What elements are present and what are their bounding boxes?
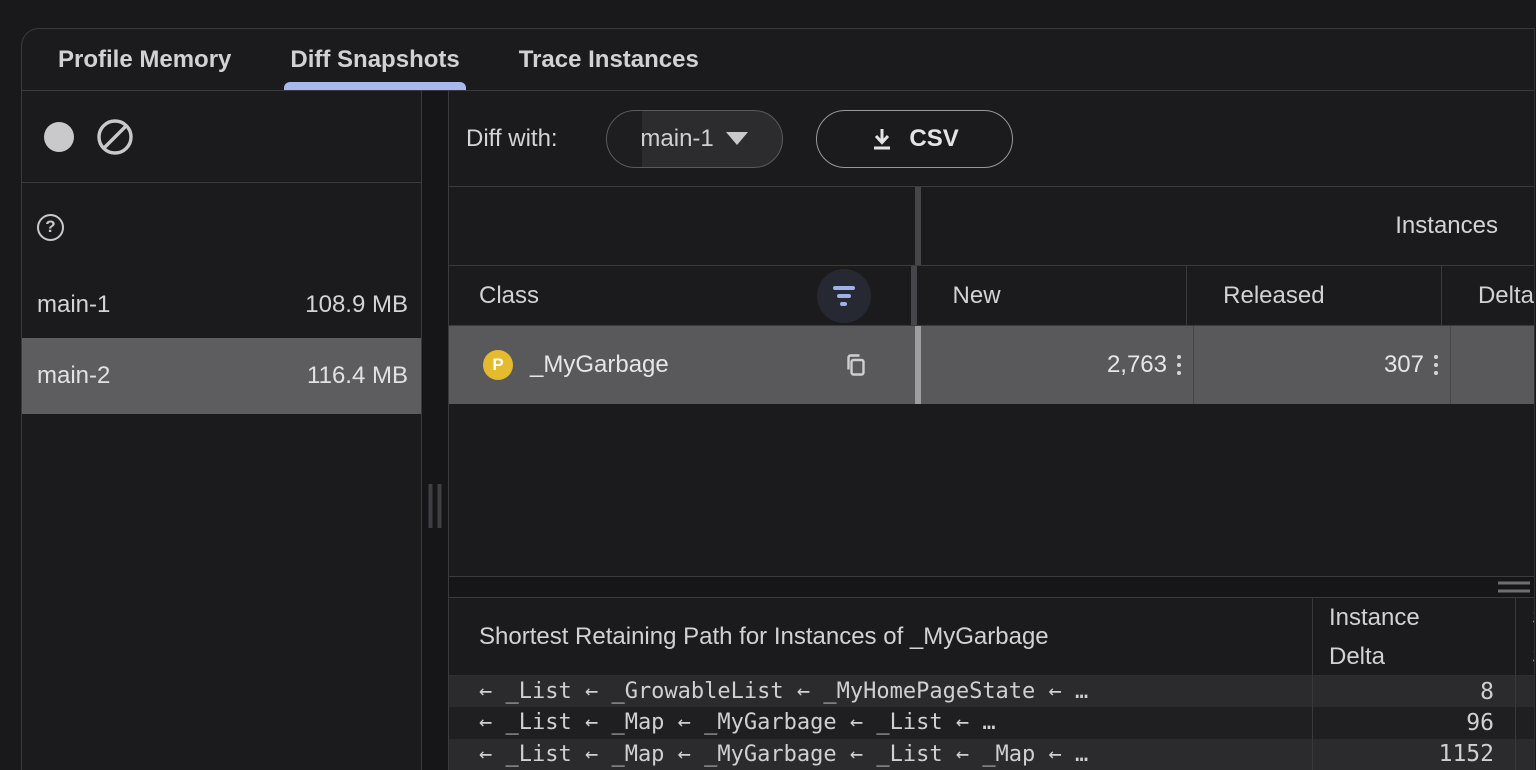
class-column-label: Class bbox=[479, 282, 539, 310]
filter-button[interactable] bbox=[817, 269, 871, 323]
released-count: 307 bbox=[1384, 351, 1424, 379]
memory-profiler-panel: Profile Memory Diff Snapshots Trace Inst… bbox=[21, 28, 1535, 770]
instance-delta-value: 96 bbox=[1312, 707, 1515, 738]
tab-profile-memory-label: Profile Memory bbox=[58, 46, 231, 74]
snapshot-name: main-1 bbox=[37, 291, 110, 319]
project-class-badge: P bbox=[483, 350, 513, 380]
help-icon[interactable]: ? bbox=[37, 214, 64, 241]
csv-button-label: CSV bbox=[909, 125, 958, 153]
tab-trace-instances-label: Trace Instances bbox=[519, 46, 699, 74]
tab-diff-snapshots-label: Diff Snapshots bbox=[290, 46, 459, 74]
horizontal-splitter-handle-icon[interactable] bbox=[1498, 582, 1530, 593]
snapshot-name: main-2 bbox=[37, 362, 110, 390]
new-count: 2,763 bbox=[1107, 351, 1167, 379]
diff-with-label: Diff with: bbox=[466, 125, 558, 153]
new-column-label: New bbox=[953, 282, 1001, 310]
vertical-splitter[interactable] bbox=[422, 91, 448, 770]
size-label-line2: S bbox=[1532, 637, 1534, 676]
retaining-path-text: ← _List ← _Map ← _MyGarbage ← _List ← _M… bbox=[449, 739, 1312, 770]
retaining-path-row[interactable]: ← _List ← _Map ← _MyGarbage ← _List ← _M… bbox=[449, 739, 1534, 770]
size-value bbox=[1515, 676, 1534, 707]
instance-delta-column-header[interactable]: Instance Delta bbox=[1312, 598, 1515, 675]
diff-table-header: Class New Released Delta bbox=[449, 266, 1534, 326]
snapshot-help-row: ? bbox=[22, 183, 421, 271]
diff-with-dropdown-value: main-1 bbox=[640, 125, 713, 153]
new-count-cell[interactable]: 2,763 bbox=[921, 326, 1194, 404]
clear-snapshots-icon[interactable] bbox=[96, 118, 134, 156]
released-count-cell[interactable]: 307 bbox=[1194, 326, 1451, 404]
class-row-mygarbage[interactable]: P _MyGarbage 2,763 307 bbox=[449, 326, 1534, 404]
size-column-header[interactable]: S S bbox=[1515, 598, 1534, 675]
size-label-line1: S bbox=[1532, 598, 1534, 637]
download-icon bbox=[869, 126, 895, 152]
horizontal-splitter[interactable] bbox=[449, 577, 1534, 597]
class-group-cell bbox=[449, 187, 915, 265]
snapshot-size: 108.9 MB bbox=[305, 291, 408, 319]
snapshot-item-main-1[interactable]: main-1 108.9 MB bbox=[22, 271, 421, 338]
delta-count-cell bbox=[1451, 326, 1534, 404]
tab-trace-instances[interactable]: Trace Instances bbox=[517, 29, 701, 90]
delta-column-label: Delta bbox=[1478, 282, 1534, 310]
class-name: _MyGarbage bbox=[530, 351, 843, 379]
more-menu-icon[interactable] bbox=[1434, 355, 1438, 375]
copy-icon[interactable] bbox=[843, 352, 869, 378]
csv-export-button[interactable]: CSV bbox=[816, 110, 1013, 168]
retaining-path-text: ← _List ← _Map ← _MyGarbage ← _List ← … bbox=[449, 707, 1312, 738]
retaining-path-pane: Shortest Retaining Path for Instances of… bbox=[449, 597, 1534, 770]
class-column-header[interactable]: Class bbox=[449, 266, 911, 325]
instances-group-header: Instances bbox=[921, 187, 1534, 265]
more-menu-icon[interactable] bbox=[1177, 355, 1181, 375]
chevron-down-icon bbox=[726, 132, 748, 145]
diff-table-empty-area bbox=[449, 404, 1534, 577]
diff-table-group-header: Instances bbox=[449, 187, 1534, 266]
take-snapshot-icon[interactable] bbox=[44, 122, 74, 152]
released-column-label: Released bbox=[1223, 282, 1324, 310]
new-column-header[interactable]: New bbox=[917, 266, 1188, 325]
retaining-path-row[interactable]: ← _List ← _GrowableList ← _MyHomePageSta… bbox=[449, 676, 1534, 707]
snapshot-item-main-2[interactable]: main-2 116.4 MB bbox=[22, 338, 421, 414]
delta-column-header[interactable]: Delta bbox=[1442, 266, 1534, 325]
tab-profile-memory[interactable]: Profile Memory bbox=[56, 29, 233, 90]
diff-panel: Diff with: main-1 CSV bbox=[448, 91, 1534, 770]
diff-with-dropdown[interactable]: main-1 bbox=[606, 110, 783, 168]
diff-toolbar: Diff with: main-1 CSV bbox=[449, 91, 1534, 187]
snapshot-size: 116.4 MB bbox=[307, 362, 408, 390]
retaining-path-title: Shortest Retaining Path for Instances of… bbox=[449, 598, 1312, 675]
retaining-path-row[interactable]: ← _List ← _Map ← _MyGarbage ← _List ← … … bbox=[449, 707, 1534, 738]
tab-diff-snapshots[interactable]: Diff Snapshots bbox=[288, 29, 461, 90]
size-value bbox=[1515, 707, 1534, 738]
class-cell: P _MyGarbage bbox=[449, 326, 915, 404]
memory-tab-bar: Profile Memory Diff Snapshots Trace Inst… bbox=[22, 29, 1534, 91]
vertical-splitter-handle-icon[interactable] bbox=[429, 484, 442, 528]
snapshot-controls bbox=[22, 91, 421, 183]
instance-delta-value: 8 bbox=[1312, 676, 1515, 707]
active-tab-indicator bbox=[284, 82, 465, 90]
retaining-path-text: ← _List ← _GrowableList ← _MyHomePageSta… bbox=[449, 676, 1312, 707]
instance-delta-label-line2: Delta bbox=[1329, 637, 1515, 676]
filter-icon bbox=[833, 286, 855, 290]
retaining-path-header: Shortest Retaining Path for Instances of… bbox=[449, 598, 1534, 676]
instance-delta-value: 1152 bbox=[1312, 739, 1515, 770]
released-column-header[interactable]: Released bbox=[1187, 266, 1442, 325]
size-value bbox=[1515, 739, 1534, 770]
snapshot-sidebar: ? main-1 108.9 MB main-2 116.4 MB bbox=[22, 91, 422, 770]
instance-delta-label-line1: Instance bbox=[1329, 598, 1515, 637]
